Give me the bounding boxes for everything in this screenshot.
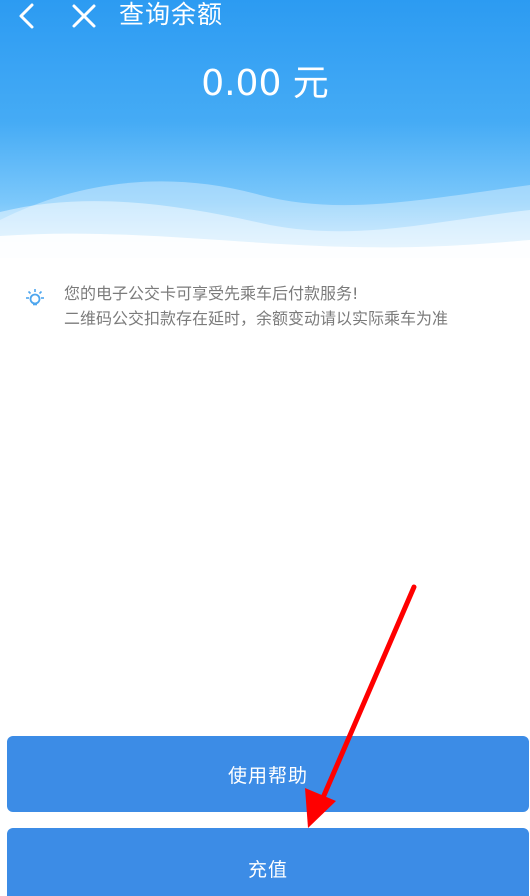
tip-text-line-2: 二维码公交扣款存在延时，余额变动请以实际乘车为准 [64, 309, 449, 328]
close-icon [72, 4, 96, 28]
lightbulb-icon [26, 289, 44, 306]
tip-text-line-1: 您的电子公交卡可享受先乘车后付款服务! [64, 284, 359, 303]
help-button[interactable]: 使用帮助 [7, 736, 529, 812]
back-button[interactable] [10, 0, 42, 32]
chevron-left-icon [19, 3, 34, 29]
top-bar: 查询余额 [0, 0, 530, 34]
balance-amount: 0.00 元 [201, 63, 329, 104]
close-button[interactable] [67, 0, 101, 32]
balance-page: 查询余额 0.00 元 您的电子公交卡可享受先乘车后付款服务! 二维码公交扣款存… [0, 0, 530, 896]
recharge-button[interactable]: 充值 [7, 828, 529, 896]
wave-decoration [0, 181, 530, 270]
page-title: 查询余额 [119, 0, 224, 29]
header: 查询余额 0.00 元 [0, 0, 530, 270]
